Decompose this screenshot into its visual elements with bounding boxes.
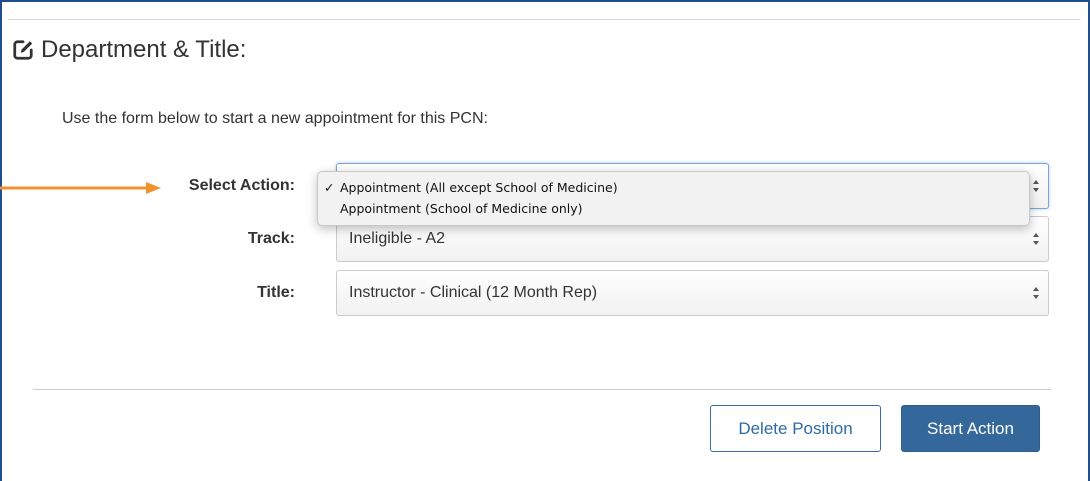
track-label: Track: (247, 230, 295, 247)
select-action-label: Select Action: (188, 177, 295, 194)
track-value: Ineligible - A2 (349, 230, 446, 247)
dropdown-option-all-except-som[interactable]: ✓ Appointment (All except School of Medi… (318, 177, 1029, 198)
intro-text: Use the form below to start a new appoin… (62, 110, 488, 127)
dropdown-option-label: Appointment (All except School of Medici… (340, 180, 618, 195)
updown-icon (1033, 180, 1039, 192)
delete-position-button[interactable]: Delete Position (710, 405, 881, 452)
checkmark-icon: ✓ (324, 180, 335, 195)
bottom-divider (33, 389, 1051, 390)
page-title: Department & Title: (41, 36, 247, 63)
updown-icon (1033, 287, 1039, 299)
title-select[interactable]: Instructor - Clinical (12 Month Rep) (336, 270, 1049, 316)
select-action-dropdown: ✓ Appointment (All except School of Medi… (317, 171, 1030, 226)
title-label: Title: (257, 284, 295, 301)
start-action-button[interactable]: Start Action (901, 405, 1040, 452)
edit-icon (13, 40, 33, 60)
updown-icon (1033, 233, 1039, 245)
top-divider (8, 19, 1080, 20)
dropdown-option-som-only[interactable]: Appointment (School of Medicine only) (318, 198, 1029, 219)
panel-header: Department & Title: (12, 34, 246, 66)
dropdown-option-label: Appointment (School of Medicine only) (340, 201, 583, 216)
annotation-arrow-icon (0, 182, 161, 194)
title-row: Title: Instructor - Clinical (12 Month R… (0, 270, 1090, 316)
title-value: Instructor - Clinical (12 Month Rep) (349, 284, 598, 301)
